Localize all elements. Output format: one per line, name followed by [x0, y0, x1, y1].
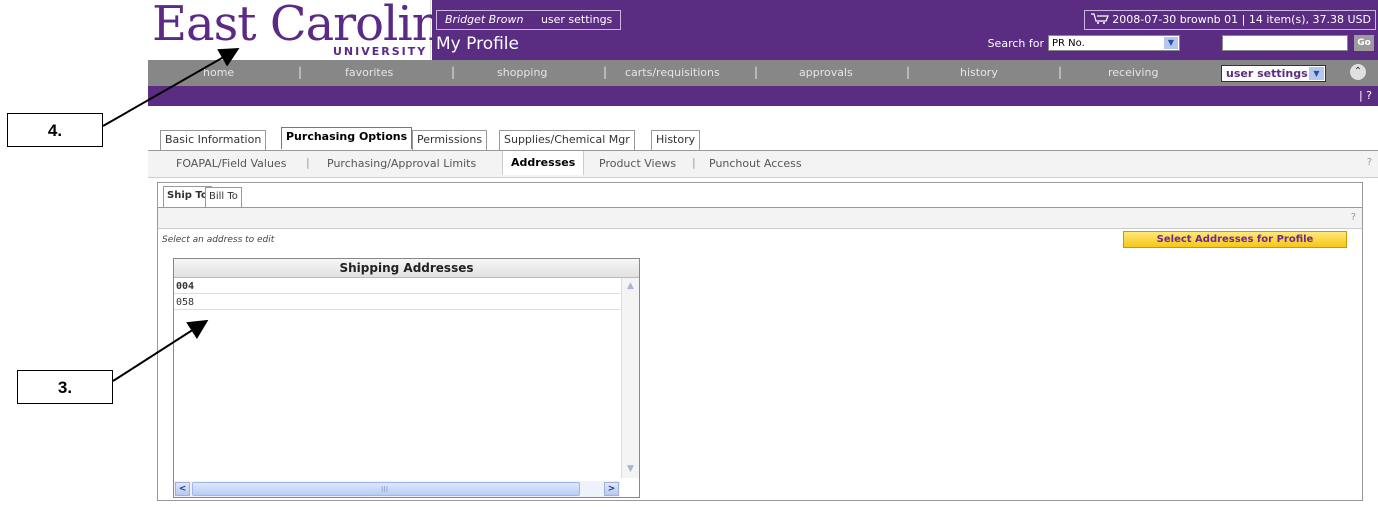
search-label: Search for: [987, 37, 1044, 50]
user-settings-value: user settings: [1226, 67, 1308, 80]
main-nav: home | favorites | shopping | carts/requ…: [148, 60, 1378, 86]
subtab-bar: ?: [158, 207, 1362, 229]
subtab-bill-to[interactable]: Bill To: [205, 187, 242, 207]
table-row[interactable]: 058: [174, 295, 620, 310]
subnav-product-views[interactable]: Product Views: [599, 157, 676, 170]
horizontal-scrollbar[interactable]: < III >: [174, 481, 620, 497]
scroll-up-icon[interactable]: ▲: [623, 279, 638, 294]
sub-header-bar: | ?: [148, 86, 1378, 106]
search-row: Search for PR No. ▼ Go: [974, 35, 1374, 53]
scroll-thumb[interactable]: III: [192, 482, 580, 496]
help-link[interactable]: | ?: [1359, 89, 1372, 102]
collapse-icon[interactable]: ⌃: [1350, 64, 1366, 80]
subnav-punchout-access[interactable]: Punchout Access: [709, 157, 802, 170]
tab-basic-information[interactable]: Basic Information: [160, 130, 267, 150]
scroll-down-icon[interactable]: ▼: [623, 462, 638, 477]
select-hint: Select an address to edit: [162, 235, 275, 245]
search-input[interactable]: [1222, 35, 1348, 51]
callout-4: 4.: [7, 113, 103, 147]
nav-item-history[interactable]: history: [960, 66, 998, 79]
chevron-down-icon: ▼: [1309, 67, 1324, 80]
app-window: East Carolina UNIVERSITY Bridget Brown u…: [148, 0, 1378, 507]
nav-item-receiving[interactable]: receiving: [1108, 66, 1158, 79]
subnav-foapal-field-values[interactable]: FOAPAL/Field Values: [176, 157, 286, 170]
scroll-right-icon[interactable]: >: [604, 482, 619, 496]
subnav-addresses[interactable]: Addresses: [502, 151, 585, 175]
cart-summary-text: 2008-07-30 brownb 01 | 14 item(s), 37.38…: [1112, 13, 1371, 26]
callout-3: 3.: [17, 370, 113, 404]
header-bar: Bridget Brown user settings My Profile 2…: [432, 0, 1378, 60]
page-title: My Profile: [436, 34, 519, 54]
vertical-scrollbar[interactable]: ▲ ▼: [621, 278, 639, 478]
tab-history[interactable]: History: [651, 130, 701, 150]
user-settings-select[interactable]: user settings ▼: [1221, 65, 1326, 82]
select-addresses-button[interactable]: Select Addresses for Profile: [1123, 231, 1347, 248]
user-box: Bridget Brown user settings: [436, 10, 622, 30]
cart-icon: [1090, 13, 1113, 26]
content-help-link[interactable]: ?: [1351, 212, 1356, 223]
logo-subtext: UNIVERSITY: [333, 45, 428, 58]
table-row[interactable]: 004: [174, 279, 620, 294]
nav-item-home[interactable]: home: [203, 66, 234, 79]
search-type-value: PR No.: [1052, 38, 1085, 49]
subnav-help-link[interactable]: ?: [1367, 157, 1372, 168]
nav-item-approvals[interactable]: approvals: [799, 66, 853, 79]
search-type-select[interactable]: PR No. ▼: [1048, 35, 1180, 51]
logo[interactable]: East Carolina UNIVERSITY: [148, 0, 470, 60]
tab-supplies-chemical-mgr[interactable]: Supplies/Chemical Mgr: [499, 130, 635, 150]
go-button[interactable]: Go: [1354, 35, 1374, 51]
nav-item-shopping[interactable]: shopping: [497, 66, 547, 79]
nav-item-carts-requisitions[interactable]: carts/requisitions: [625, 66, 720, 79]
tab-permissions[interactable]: Permissions: [412, 130, 488, 150]
user-settings-link[interactable]: user settings: [541, 13, 612, 26]
user-name: Bridget Brown: [445, 13, 524, 26]
subnav-purchasing-approval-limits[interactable]: Purchasing/Approval Limits: [327, 157, 476, 170]
cart-summary[interactable]: 2008-07-30 brownb 01 | 14 item(s), 37.38…: [1083, 10, 1376, 30]
chevron-down-icon: ▼: [1164, 37, 1178, 49]
content-panel: Ship To Bill To ? Select an address to e…: [157, 182, 1363, 501]
sub-nav: FOAPAL/Field Values | Purchasing/Approva…: [148, 150, 1378, 178]
tab-purchasing-options[interactable]: Purchasing Options: [281, 127, 413, 149]
shipping-addresses-table: Shipping Addresses 004 058 ▲ ▼ < III >: [173, 258, 640, 498]
nav-item-favorites[interactable]: favorites: [345, 66, 393, 79]
scroll-left-icon[interactable]: <: [175, 482, 190, 496]
table-header: Shipping Addresses: [174, 259, 639, 278]
